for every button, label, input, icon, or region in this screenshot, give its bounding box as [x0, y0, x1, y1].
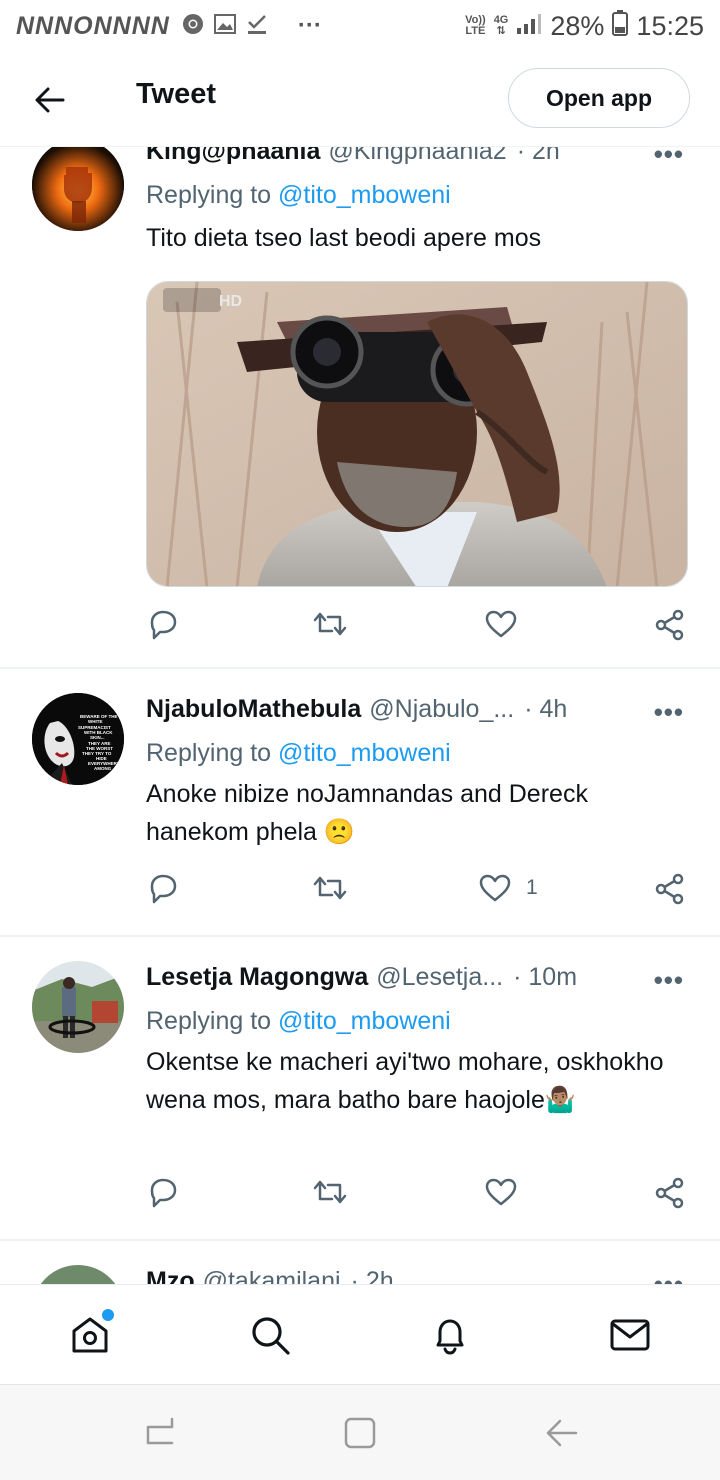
status-bar: NNNONNNN ··· Vo)) LTE 4G ⇅ 28% 15:25: [0, 0, 720, 52]
avatar[interactable]: [32, 1265, 124, 1286]
open-app-button[interactable]: Open app: [508, 68, 690, 128]
back-arrow-icon[interactable]: [30, 80, 70, 120]
avatar[interactable]: [32, 147, 124, 231]
check-download-icon: [246, 13, 268, 40]
tweet-card[interactable]: Mzo @takamilani · 2h •••: [0, 1241, 720, 1286]
svg-text:WHITE: WHITE: [88, 719, 103, 724]
overflow-dots: ···: [297, 12, 322, 39]
signal-icon: [516, 11, 542, 42]
bell-icon: [436, 1319, 464, 1355]
tweet-text: Okentse ke macheri ayi'two mohare, oskho…: [146, 1048, 664, 1114]
mail-icon: [610, 1319, 650, 1350]
retweet-icon[interactable]: [312, 873, 348, 903]
tweet-card[interactable]: Lesetja Magongwa @Lesetja... · 10m ••• R…: [0, 937, 720, 1241]
notification-dot: [102, 1308, 114, 1321]
like-icon[interactable]: [484, 609, 532, 639]
hd-badge: HD: [219, 293, 242, 310]
tweet-media-image[interactable]: HD: [146, 281, 688, 587]
tweet-actions: [146, 609, 694, 649]
battery-icon: [612, 9, 629, 43]
tweet-time[interactable]: · 10m: [513, 963, 577, 992]
replying-to: Replying to @tito_mboweni: [146, 739, 451, 767]
reply-icon[interactable]: [146, 873, 180, 905]
author-handle[interactable]: @Njabulo_...: [369, 695, 514, 724]
author-handle[interactable]: @Kingphaahla2: [328, 147, 506, 166]
mention-link[interactable]: @tito_mboweni: [278, 181, 451, 209]
chrome-icon: [182, 13, 204, 40]
share-icon[interactable]: [654, 1177, 686, 1209]
tweet-card[interactable]: King@phaahla @Kingphaahla2 · 2h ••• Repl…: [0, 147, 720, 669]
like-count: 1: [526, 876, 538, 899]
system-back-icon[interactable]: [540, 1411, 584, 1455]
svg-text:SKIN...: SKIN...: [90, 735, 105, 740]
tweet-actions: [146, 1177, 694, 1217]
like-icon[interactable]: [484, 1177, 532, 1207]
avatar[interactable]: [32, 961, 124, 1053]
top-header: Tweet Open app: [0, 56, 720, 142]
share-icon[interactable]: [654, 873, 686, 905]
tweet-card[interactable]: BEWARE OF THE WHITE SUPREMACIST WITH BLA…: [0, 669, 720, 937]
retweet-icon[interactable]: [312, 609, 348, 639]
nav-home[interactable]: [50, 1295, 130, 1375]
retweet-icon[interactable]: [312, 1177, 348, 1207]
recent-apps-icon[interactable]: [138, 1411, 182, 1455]
search-icon: [252, 1316, 290, 1355]
more-options-icon[interactable]: •••: [654, 147, 684, 170]
nav-search[interactable]: [230, 1295, 310, 1375]
mention-link[interactable]: @tito_mboweni: [278, 739, 451, 767]
more-options-icon[interactable]: •••: [654, 697, 684, 728]
reply-icon[interactable]: [146, 609, 180, 641]
system-navigation-bar: [0, 1384, 720, 1480]
page-title: Tweet: [136, 78, 217, 110]
svg-text:AMONG: AMONG: [94, 766, 112, 771]
author-handle[interactable]: @Lesetja...: [376, 963, 503, 992]
nav-notifications[interactable]: [410, 1295, 490, 1375]
tweet-actions: 1: [146, 873, 694, 913]
mention-link[interactable]: @tito_mboweni: [278, 1007, 451, 1035]
replying-to: Replying to @tito_mboweni: [146, 1007, 451, 1035]
network-type: 4G ⇅: [493, 14, 509, 37]
gallery-icon: [213, 13, 236, 39]
author-name[interactable]: King@phaahla: [146, 147, 320, 166]
author-name[interactable]: NjabuloMathebula: [146, 695, 361, 724]
bottom-navigation: [0, 1284, 720, 1384]
tweet-text: Anoke nibize noJamnandas and Dereck hane…: [146, 780, 588, 846]
notification-icons: NNNONNNN: [16, 11, 170, 40]
replying-to: Replying to @tito_mboweni: [146, 181, 451, 209]
home-square-icon[interactable]: [338, 1411, 382, 1455]
avatar[interactable]: BEWARE OF THE WHITE SUPREMACIST WITH BLA…: [32, 693, 124, 785]
author-name[interactable]: Lesetja Magongwa: [146, 963, 368, 992]
tweet-time[interactable]: · 2h: [517, 147, 560, 166]
volte-indicator: Vo)) LTE: [465, 14, 486, 37]
nav-messages[interactable]: [590, 1295, 670, 1375]
battery-percent: 28%: [550, 10, 605, 41]
reply-icon[interactable]: [146, 1177, 180, 1209]
clock: 15:25: [636, 10, 704, 41]
tweet-text: Tito dieta tseo last beodi apere mos: [146, 224, 542, 252]
more-options-icon[interactable]: •••: [654, 965, 684, 996]
like-icon[interactable]: 1: [478, 873, 538, 903]
reply-feed[interactable]: King@phaahla @Kingphaahla2 · 2h ••• Repl…: [0, 146, 720, 1286]
tweet-time[interactable]: · 4h: [524, 695, 567, 724]
share-icon[interactable]: [654, 609, 686, 641]
